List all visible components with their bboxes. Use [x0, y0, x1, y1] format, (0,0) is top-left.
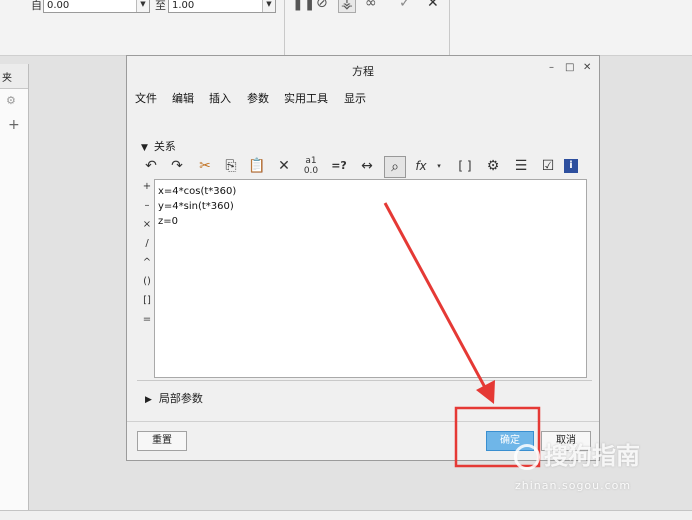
watermark-text: 搜狗指南 — [544, 442, 640, 470]
annotation-arrow-line — [383, 202, 490, 394]
annotation-arrowhead — [476, 380, 495, 404]
watermark-icon — [514, 444, 540, 470]
watermark-logo: 搜狗指南 — [514, 436, 640, 471]
watermark-url: zhinan.sogou.com — [515, 479, 632, 492]
